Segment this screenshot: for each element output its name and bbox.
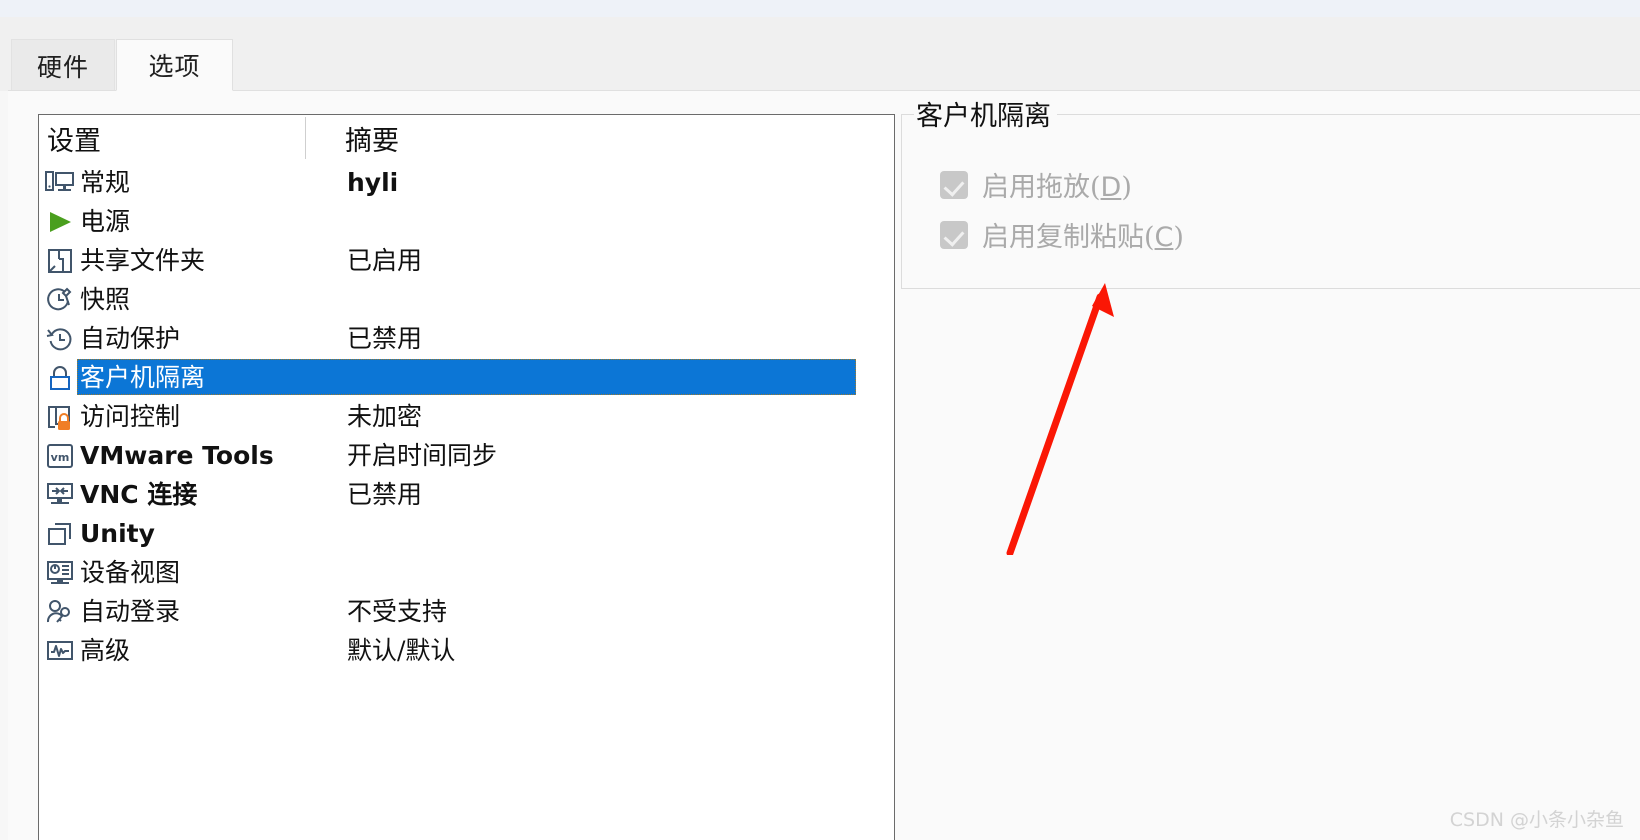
list-item-summary: 已启用 — [347, 246, 423, 275]
column-header-summary: 摘要 — [345, 126, 399, 157]
list-item-label: 访问控制 — [80, 401, 181, 431]
list-item[interactable]: 设备视图 — [39, 553, 894, 592]
list-item-label: VNC 连接 — [80, 479, 198, 509]
monitor-icon — [44, 167, 76, 199]
enable-drag-drop-checkbox[interactable]: 启用拖放(D) — [940, 165, 1132, 204]
list-item-label: 常规 — [80, 167, 131, 197]
list-item-label: 设备视图 — [80, 557, 181, 587]
list-item-label: 快照 — [80, 284, 131, 314]
list-item[interactable]: VNC 连接 已禁用 — [39, 475, 894, 514]
options-tab-panel: 设置 摘要 常规 hyli 电源 共享文件夹 已启用 快照 自动保护 已禁用 客… — [8, 90, 1640, 840]
accelerator-key: C — [1154, 222, 1174, 253]
list-item-label: 高级 — [80, 635, 131, 665]
label-text-before: 启用复制粘贴( — [982, 222, 1155, 253]
tab-hardware[interactable]: 硬件 — [11, 39, 115, 91]
list-item-summary: 默认/默认 — [347, 636, 456, 665]
checkbox-checked-icon — [940, 220, 968, 249]
title-bar-strip — [0, 0, 1640, 17]
settings-list-rows: 常规 hyli 电源 共享文件夹 已启用 快照 自动保护 已禁用 客户机隔离 访… — [39, 163, 894, 670]
label-text-after: ) — [1121, 172, 1132, 203]
groupbox-title: 客户机隔离 — [914, 94, 1057, 133]
shared-folder-icon — [44, 245, 76, 277]
vm-settings-window: 硬件 选项 设置 摘要 常规 hyli 电源 共享文件夹 已启用 快照 自动保护… — [0, 0, 1640, 840]
accelerator-key: D — [1100, 172, 1122, 203]
list-item-label: Unity — [80, 518, 155, 548]
lock-icon — [44, 362, 76, 394]
list-item-label: VMware Tools — [80, 440, 274, 470]
device-view-icon — [44, 557, 76, 589]
list-item-summary: 开启时间同步 — [347, 441, 498, 470]
checkbox-checked-icon — [940, 170, 968, 199]
list-item-summary: hyli — [347, 168, 399, 197]
auto-login-icon — [44, 596, 76, 628]
list-item-label: 客户机隔离 — [80, 362, 206, 392]
list-item-label: 共享文件夹 — [80, 245, 206, 275]
list-item[interactable]: 自动登录 不受支持 — [39, 592, 894, 631]
column-divider — [305, 117, 306, 159]
list-item[interactable]: 快照 — [39, 280, 894, 319]
tab-strip: 硬件 选项 — [0, 17, 1640, 91]
vnc-icon — [44, 479, 76, 511]
label-text-before: 启用拖放( — [982, 172, 1101, 203]
label-text-after: ) — [1173, 222, 1184, 253]
list-item[interactable]: 访问控制 未加密 — [39, 397, 894, 436]
settings-list[interactable]: 设置 摘要 常规 hyli 电源 共享文件夹 已启用 快照 自动保护 已禁用 客… — [38, 114, 895, 840]
list-item-summary: 已禁用 — [347, 480, 423, 509]
list-item[interactable]: 高级 默认/默认 — [39, 631, 894, 670]
list-item-summary: 未加密 — [347, 402, 423, 431]
list-item[interactable]: 常规 hyli — [39, 163, 894, 202]
unity-icon — [44, 518, 76, 550]
list-item[interactable]: 共享文件夹 已启用 — [39, 241, 894, 280]
enable-drag-drop-label: 启用拖放(D) — [982, 165, 1132, 204]
settings-list-header: 设置 摘要 — [39, 115, 894, 161]
tab-options-label: 选项 — [148, 52, 201, 81]
column-header-settings: 设置 — [47, 126, 101, 157]
advanced-icon — [44, 635, 76, 667]
list-item-summary: 不受支持 — [347, 597, 448, 626]
enable-copy-paste-checkbox[interactable]: 启用复制粘贴(C) — [940, 215, 1184, 254]
list-item-label: 电源 — [80, 206, 131, 236]
vmware-tools-icon: vm — [44, 440, 76, 472]
tab-options[interactable]: 选项 — [116, 39, 233, 91]
svg-text:vm: vm — [51, 451, 70, 464]
list-item-selected[interactable]: 客户机隔离 — [39, 358, 894, 397]
snapshot-icon — [44, 284, 76, 316]
list-item[interactable]: vm VMware Tools 开启时间同步 — [39, 436, 894, 475]
list-item[interactable]: 自动保护 已禁用 — [39, 319, 894, 358]
enable-copy-paste-label: 启用复制粘贴(C) — [982, 215, 1184, 254]
access-control-icon — [44, 401, 76, 433]
list-item-label: 自动保护 — [80, 323, 181, 353]
list-item[interactable]: 电源 — [39, 202, 894, 241]
autoprotect-icon — [44, 323, 76, 355]
guest-isolation-groupbox: 客户机隔离 启用拖放(D) 启用复制粘贴(C) — [901, 94, 1640, 289]
list-item-summary: 已禁用 — [347, 324, 423, 353]
guest-isolation-panel: 客户机隔离 启用拖放(D) 启用复制粘贴(C) — [893, 94, 1640, 840]
watermark: CSDN @小条小杂鱼 — [1449, 809, 1624, 831]
play-triangle-icon — [44, 206, 76, 238]
list-item-label: 自动登录 — [80, 596, 181, 626]
list-item[interactable]: Unity — [39, 514, 894, 553]
tab-hardware-label: 硬件 — [36, 52, 89, 82]
